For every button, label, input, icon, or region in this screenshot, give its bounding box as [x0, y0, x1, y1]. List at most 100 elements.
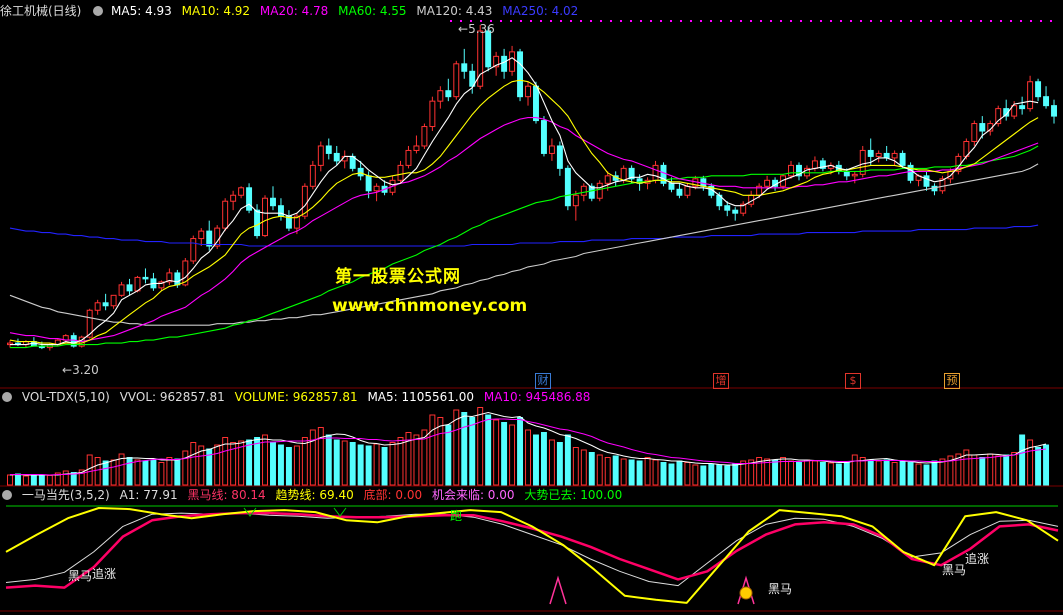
volume-bar	[270, 442, 276, 486]
volume-bar	[317, 427, 324, 486]
candle-body	[110, 294, 117, 307]
candle-body	[118, 284, 125, 296]
candle-body	[883, 152, 890, 159]
volume-bar	[995, 455, 1002, 486]
volume-bar	[979, 457, 986, 486]
volume-bar	[254, 437, 261, 486]
watermark-url: www.chnmoney.com	[332, 296, 528, 316]
volume-bar	[357, 444, 364, 486]
volume-bar	[732, 463, 739, 486]
volume-bar	[46, 475, 53, 486]
volume-bar	[477, 407, 484, 486]
candle-body	[453, 63, 460, 98]
volume-bar	[389, 442, 396, 486]
volume-bar	[636, 460, 643, 486]
volume-bar	[843, 462, 850, 486]
volume-bar	[644, 457, 651, 486]
volume-bar	[62, 470, 69, 486]
volume-bar	[94, 457, 101, 486]
volume-bar	[469, 417, 476, 486]
dibu-readout: 底部: 0.00	[363, 488, 423, 502]
volume-bar	[700, 465, 707, 486]
candle-body	[1043, 96, 1050, 107]
volume-bar	[333, 439, 340, 486]
main-header: 徐工机械(日线) MA5: 4.93 MA10: 4.92 MA20: 4.78…	[0, 3, 584, 19]
volume-bar	[803, 459, 810, 486]
volume-bar	[429, 414, 436, 486]
volume-bar	[588, 452, 595, 486]
volume-bar	[86, 454, 93, 486]
volume-bar	[1043, 444, 1050, 486]
indicator-header: 一马当先(3,5,2) A1: 77.91 黑马线: 80.14 趋势线: 69…	[0, 487, 628, 503]
volume-bar	[668, 463, 675, 486]
high-arrow-icon: ←	[458, 22, 469, 36]
volume-bar	[309, 429, 316, 486]
candle-body	[572, 194, 579, 207]
volume-bar	[325, 434, 332, 486]
volume-bar	[373, 443, 380, 486]
candle-body	[580, 185, 587, 196]
volume-bar	[931, 460, 938, 486]
indicator-settings-button[interactable]	[2, 489, 12, 500]
ma10-readout: MA10: 4.92	[181, 4, 251, 18]
candle-body	[254, 209, 261, 237]
volume-header: VOL-TDX(5,10) VVOL: 962857.81 VOLUME: 96…	[0, 389, 596, 405]
low-price-value: 3.20	[72, 363, 99, 377]
volume-bar	[493, 419, 500, 486]
volume-bar	[22, 475, 29, 486]
volume-bar	[285, 447, 292, 486]
volume-bar	[548, 439, 555, 486]
volume-settings-button[interactable]	[2, 391, 12, 402]
volume-bar	[883, 459, 890, 486]
candle-body	[788, 164, 794, 177]
vol-ma10-readout: MA10: 945486.88	[483, 390, 591, 404]
volume-bar	[811, 460, 818, 486]
vol-indicator-name: VOL-TDX(5,10)	[21, 390, 110, 404]
indicator-lines	[5, 505, 1059, 605]
volume-bar	[461, 412, 468, 486]
volume-bar	[413, 434, 420, 486]
candle-body	[413, 145, 420, 151]
watermark-title: 第一股票公式网	[335, 267, 461, 287]
volume-bar	[517, 417, 524, 486]
volume-bar	[827, 462, 834, 486]
event-marker-dollar[interactable]: $	[845, 373, 861, 389]
settings-button[interactable]	[93, 5, 104, 16]
volume-bar	[485, 414, 492, 486]
candle-body	[206, 230, 213, 247]
candle-body	[1051, 105, 1057, 117]
volume-bar	[620, 458, 627, 486]
volume-bar	[796, 462, 802, 486]
stock-title: 徐工机械(日线)	[0, 4, 82, 18]
volume-bar	[572, 447, 579, 486]
volume-bar	[445, 424, 452, 486]
volume-bar	[867, 459, 874, 486]
candle-body	[620, 167, 627, 181]
volume-bar	[509, 424, 516, 486]
candle-body	[1019, 105, 1026, 110]
candle-body	[971, 123, 978, 142]
candle-body	[979, 123, 986, 132]
candle-body	[373, 185, 380, 192]
volume-bar	[150, 459, 157, 486]
volume-bar	[891, 462, 898, 486]
candle-body	[676, 188, 683, 196]
candle-body	[222, 200, 229, 229]
volume-bar	[875, 460, 882, 486]
volume-bar	[564, 434, 571, 486]
candle-body	[509, 51, 516, 72]
event-marker-zeng[interactable]: 增	[713, 373, 729, 389]
candle-body	[94, 302, 101, 311]
candle-body	[270, 197, 276, 207]
candle-body	[1027, 81, 1034, 110]
chart-stage	[0, 20, 1063, 612]
event-marker-yu[interactable]: 预	[944, 373, 960, 389]
ind-heima-left: 黑马	[68, 569, 93, 583]
level-notch	[333, 507, 347, 517]
volume-bar	[1035, 447, 1042, 486]
volume-bar	[939, 458, 946, 486]
candle-body	[445, 90, 452, 98]
volume-bar	[349, 442, 356, 486]
candle-body	[851, 173, 858, 177]
event-marker-cai[interactable]: 财	[535, 373, 551, 389]
